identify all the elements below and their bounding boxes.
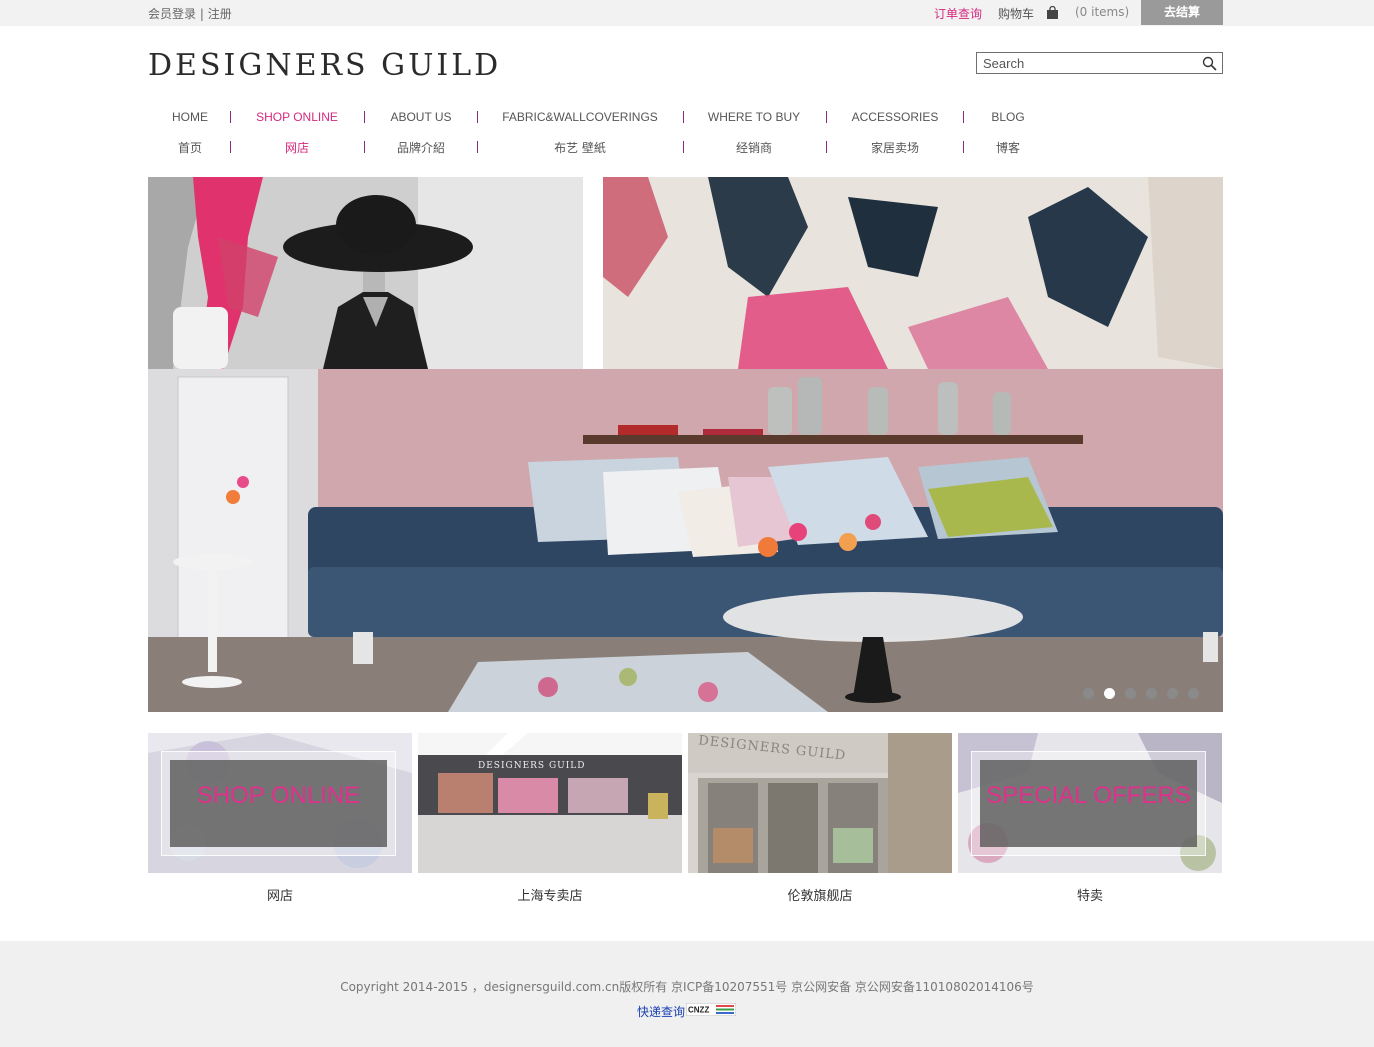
- nav-label-zh: 品牌介紹: [396, 141, 445, 155]
- nav-item-fabric-wallcoverings[interactable]: FABRIC&WALLCOVERINGS 布艺 壁紙: [492, 106, 668, 162]
- cnzz-badge-icon[interactable]: CNZZ: [686, 1003, 736, 1016]
- nav-separator: [963, 111, 964, 123]
- nav-label-zh: 首页: [177, 141, 202, 155]
- nav-label-en: ABOUT US: [390, 110, 452, 124]
- overlay-frame: SPECIAL OFFERS: [971, 751, 1206, 856]
- tile-caption[interactable]: 网店: [148, 885, 412, 904]
- search-box: [976, 52, 1223, 74]
- cart-link[interactable]: 购物车: [998, 5, 1034, 22]
- cart-item-count: (0 items): [1075, 5, 1130, 19]
- nav-separator: [683, 141, 684, 153]
- slider-dot[interactable]: [1188, 688, 1199, 699]
- nav-label-en: SHOP ONLINE: [256, 110, 338, 124]
- nav-item-where-to-buy[interactable]: WHERE TO BUY 经销商: [696, 106, 812, 162]
- tile-shanghai-store[interactable]: DESIGNERS GUILD: [418, 733, 682, 873]
- tile-special-offers[interactable]: SPECIAL OFFERS: [958, 733, 1222, 873]
- register-link[interactable]: 注册: [208, 7, 232, 21]
- nav-separator: [477, 141, 478, 153]
- tile-shop-online[interactable]: SHOP ONLINE: [148, 733, 412, 873]
- tile-caption[interactable]: 上海专卖店: [418, 885, 682, 904]
- nav-separator: [963, 141, 964, 153]
- tile-caption[interactable]: 伦敦旗舰店: [688, 885, 952, 904]
- hero-slider[interactable]: [148, 177, 1223, 712]
- nav-label-zh: 布艺 壁紙: [554, 141, 606, 155]
- search-input[interactable]: [983, 55, 1193, 71]
- cnzz-badge-label: CNZZ: [688, 1006, 709, 1015]
- tile-image: [418, 733, 682, 873]
- top-utility-bar: 会员登录 | 注册 订单查询 购物车 (0 items) 去结算: [0, 0, 1374, 26]
- nav-separator: [826, 111, 827, 123]
- login-link[interactable]: 会员登录: [148, 7, 196, 21]
- nav-label-en: WHERE TO BUY: [707, 110, 801, 124]
- overlay-frame: SHOP ONLINE: [161, 751, 396, 856]
- overlay-title: SPECIAL OFFERS: [986, 782, 1191, 809]
- nav-label-zh: 网店: [284, 141, 309, 155]
- checkout-button[interactable]: 去结算: [1141, 0, 1223, 25]
- nav-label-zh: 经销商: [735, 141, 772, 155]
- hero-image: [148, 177, 1223, 712]
- slider-dot[interactable]: [1167, 688, 1178, 699]
- tile-london-flagship[interactable]: DESIGNERS GUILD: [688, 733, 952, 873]
- slider-dot[interactable]: [1146, 688, 1157, 699]
- search-icon[interactable]: [1202, 56, 1217, 71]
- member-links: 会员登录 | 注册: [148, 5, 232, 22]
- overlay-title: SHOP ONLINE: [196, 782, 361, 809]
- nav-separator: [230, 111, 231, 123]
- tile-caption[interactable]: 特卖: [958, 885, 1222, 904]
- nav-item-blog[interactable]: BLOG 博客: [978, 106, 1038, 162]
- nav-separator: [683, 111, 684, 123]
- nav-label-en: FABRIC&WALLCOVERINGS: [502, 110, 658, 124]
- member-divider: |: [196, 7, 208, 21]
- nav-separator: [364, 141, 365, 153]
- nav-item-about-us[interactable]: ABOUT US 品牌介紹: [376, 106, 466, 162]
- nav-item-shop-online[interactable]: SHOP ONLINE 网店: [241, 106, 353, 162]
- slider-dot[interactable]: [1083, 688, 1094, 699]
- nav-separator: [477, 111, 478, 123]
- order-lookup-link[interactable]: 订单查询: [934, 5, 982, 22]
- copyright-text: Copyright 2014-2015 ，designersguild.com.…: [340, 980, 1034, 994]
- shopping-bag-icon[interactable]: [1046, 6, 1059, 20]
- nav-item-accessories[interactable]: ACCESSORIES 家居卖场: [841, 106, 949, 162]
- nav-label-en: ACCESSORIES: [851, 110, 939, 124]
- nav-separator: [826, 141, 827, 153]
- nav-label-en: HOME: [172, 110, 208, 124]
- brand-logo[interactable]: DESIGNERS GUILD: [148, 48, 501, 83]
- slider-dot[interactable]: [1125, 688, 1136, 699]
- nav-separator: [364, 111, 365, 123]
- footer: Copyright 2014-2015 ，designersguild.com.…: [0, 941, 1374, 1047]
- store-sign: DESIGNERS GUILD: [478, 761, 586, 771]
- nav-label-zh: 博客: [995, 141, 1020, 155]
- express-lookup-link[interactable]: 快递查询: [637, 1003, 685, 1020]
- nav-separator: [230, 141, 231, 153]
- nav-item-home[interactable]: HOME 首页: [150, 106, 230, 162]
- slider-dot[interactable]: [1104, 688, 1115, 699]
- nav-label-zh: 家居卖场: [870, 141, 919, 155]
- nav-label-en: BLOG: [991, 110, 1025, 124]
